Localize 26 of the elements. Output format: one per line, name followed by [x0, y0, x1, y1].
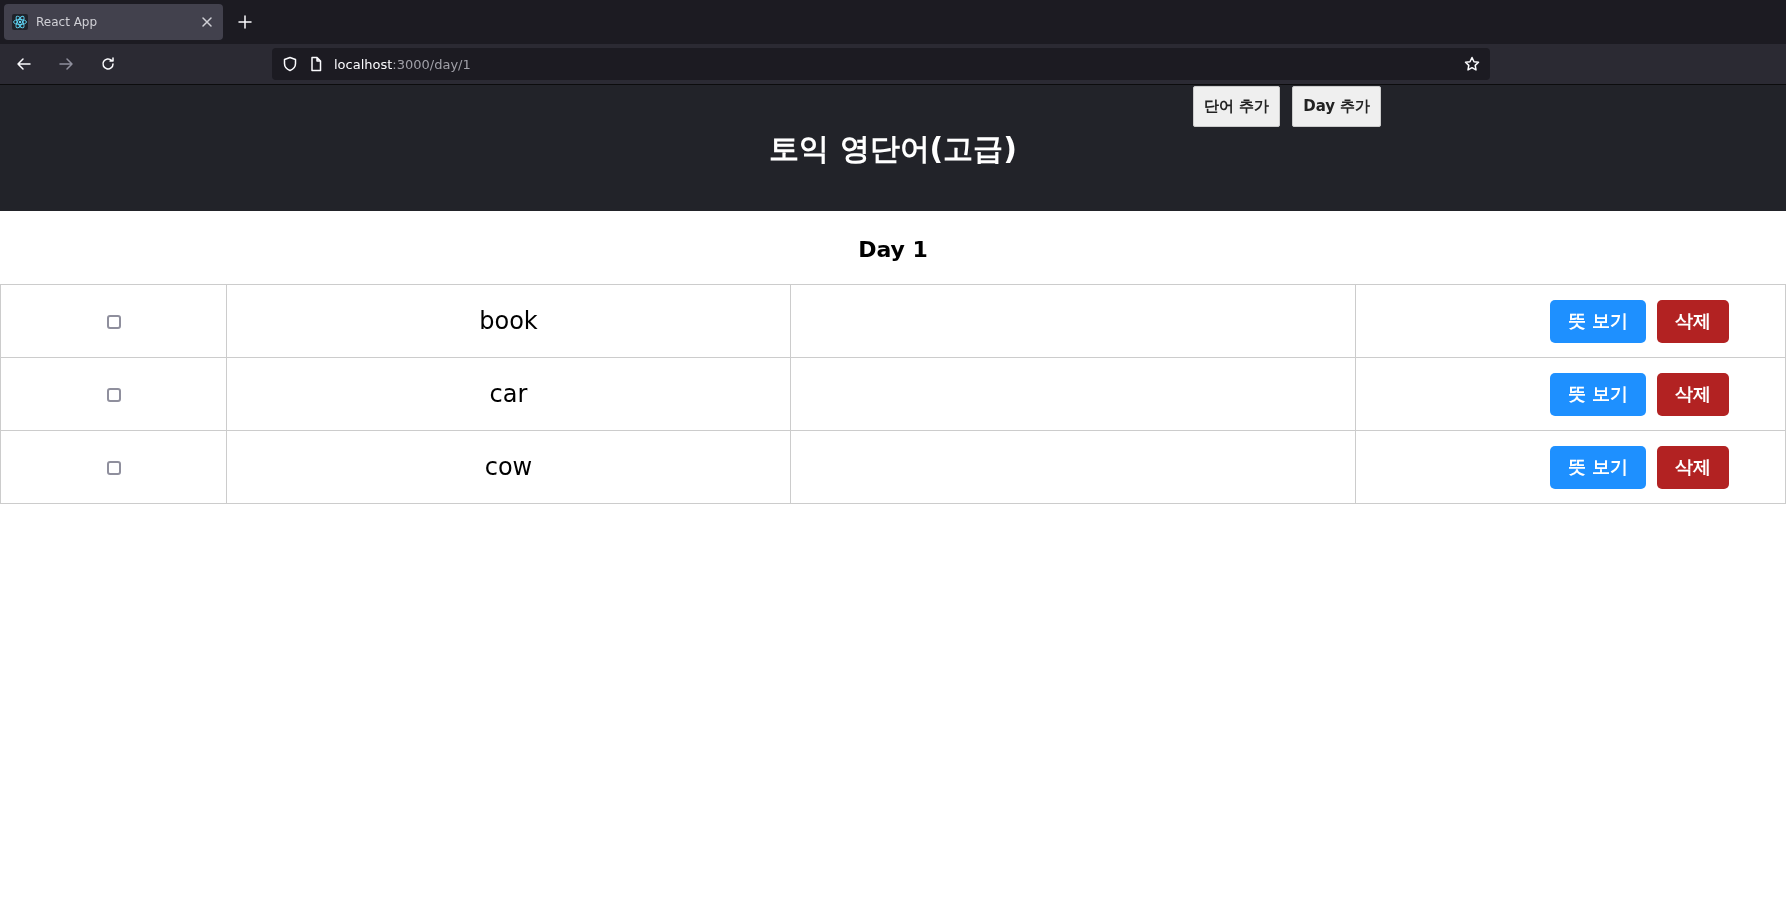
menu-button[interactable]: 단어 추가 [1193, 86, 1281, 127]
tab-title: React App [36, 15, 99, 29]
menu-button[interactable]: Day 추가 [1292, 86, 1382, 127]
shield-icon [282, 56, 298, 72]
atom-icon [12, 14, 28, 30]
forward-icon [58, 56, 74, 72]
delete-button[interactable]: 삭제 [1657, 372, 1729, 416]
address-bar[interactable]: localhost:3000/day/1 [272, 48, 1490, 80]
page-icon [308, 56, 324, 72]
delete-button[interactable]: 삭제 [1657, 299, 1729, 343]
checkbox[interactable] [106, 315, 121, 329]
checkbox[interactable] [106, 461, 121, 475]
checkbox[interactable] [106, 388, 121, 402]
word-cell: book [226, 284, 791, 358]
page-title: 토익 영단어(고급) [769, 129, 1017, 168]
close-icon [199, 14, 215, 30]
star-icon [1464, 56, 1480, 72]
reload-icon [100, 56, 116, 72]
plus-icon [237, 14, 253, 30]
back-icon [16, 56, 32, 72]
word-cell: cow [226, 430, 791, 504]
browser-tab[interactable]: React App [4, 4, 223, 40]
word-cell: car [226, 357, 791, 431]
day-title: Day 1 [857, 237, 929, 262]
url-text: localhost:3000/day/1 [334, 56, 472, 72]
delete-button[interactable]: 삭제 [1657, 445, 1729, 489]
